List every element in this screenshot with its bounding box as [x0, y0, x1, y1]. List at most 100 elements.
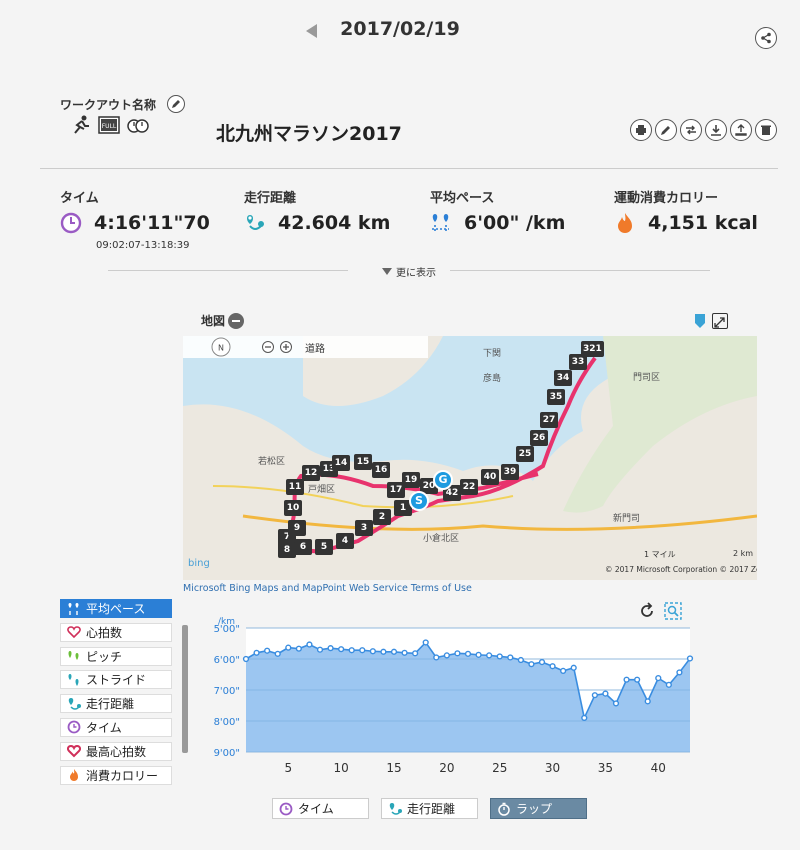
chart-point[interactable]: [486, 652, 493, 659]
chart-point[interactable]: [560, 667, 567, 674]
map-nav-icon[interactable]: N: [183, 336, 423, 358]
expand-map-button[interactable]: [712, 313, 728, 329]
map-marker[interactable]: 16: [372, 462, 390, 478]
metric-item[interactable]: タイム: [60, 717, 172, 737]
print-button[interactable]: [630, 119, 652, 141]
chart-point[interactable]: [676, 669, 683, 676]
chart-point[interactable]: [306, 641, 313, 648]
chart-point[interactable]: [581, 714, 588, 722]
metric-item[interactable]: 平均ペース: [60, 599, 172, 618]
map-marker[interactable]: 5: [315, 539, 333, 555]
chart-point[interactable]: [517, 656, 524, 664]
metric-item[interactable]: 消費カロリー: [60, 765, 172, 785]
chart-point[interactable]: [369, 648, 376, 655]
chart-xtick-label: 25: [492, 761, 507, 775]
collapse-map-button[interactable]: [228, 312, 245, 329]
chart-point[interactable]: [549, 663, 556, 670]
map-marker[interactable]: 12: [302, 465, 320, 481]
map-marker[interactable]: 40: [481, 469, 499, 485]
chart-point[interactable]: [612, 700, 620, 707]
chart-point[interactable]: [634, 676, 641, 683]
chart-point[interactable]: [401, 649, 408, 656]
map-marker[interactable]: 22: [460, 479, 478, 495]
chart-point[interactable]: [496, 653, 503, 660]
chart-point[interactable]: [443, 652, 450, 659]
goal-marker[interactable]: G: [433, 470, 453, 490]
map-view[interactable]: 1 2 3 4 5 6 7 8 9 10 11 12 13 14 15 16 17 19 20 22 25 26 27 33 3…: [183, 336, 757, 580]
metric-scrollbar[interactable]: [182, 625, 188, 753]
chart-point[interactable]: [686, 655, 694, 662]
chart-point[interactable]: [665, 681, 672, 688]
map-marker[interactable]: 35: [547, 389, 565, 405]
map-marker[interactable]: 2: [373, 509, 391, 525]
chart-point[interactable]: [644, 698, 651, 705]
x-axis-tab[interactable]: ラップ: [490, 798, 587, 819]
map-credit[interactable]: Microsoft Bing Maps and MapPoint Web Ser…: [183, 583, 472, 594]
download-button[interactable]: [705, 119, 727, 141]
map-marker[interactable]: 15: [354, 454, 372, 470]
chart-point[interactable]: [359, 647, 366, 654]
map-marker[interactable]: 3: [355, 520, 373, 536]
metric-item[interactable]: 最高心拍数: [60, 741, 172, 761]
transfer-button[interactable]: [680, 119, 702, 141]
chart-point[interactable]: [295, 645, 302, 652]
start-marker[interactable]: S: [409, 491, 429, 511]
map-marker[interactable]: 321: [581, 341, 604, 357]
chart-point[interactable]: [316, 646, 324, 653]
chart-point[interactable]: [327, 645, 334, 652]
upload-button[interactable]: [730, 119, 752, 141]
share-button[interactable]: [755, 27, 777, 49]
chart-point[interactable]: [655, 675, 662, 682]
x-axis-tab[interactable]: 走行距離: [381, 798, 478, 819]
x-axis-tab[interactable]: タイム: [272, 798, 369, 819]
map-marker[interactable]: 26: [530, 430, 548, 446]
chart-point[interactable]: [538, 658, 546, 666]
metric-item[interactable]: ピッチ: [60, 646, 172, 666]
pace-chart[interactable]: 5'00"6'00"7'00"8'00"9'00"/km5 10 15 20 25 30 3…: [212, 600, 696, 780]
chart-point[interactable]: [390, 648, 398, 655]
edit-button[interactable]: [655, 119, 677, 141]
map-marker[interactable]: 9: [288, 520, 306, 536]
map-marker[interactable]: 6: [294, 539, 312, 555]
chart-point[interactable]: [433, 654, 440, 661]
chart-point[interactable]: [507, 654, 514, 661]
chart-point[interactable]: [285, 644, 292, 651]
chart-point[interactable]: [274, 650, 281, 657]
map-marker[interactable]: 11: [286, 479, 304, 495]
map-marker[interactable]: 8: [278, 542, 296, 558]
metric-item[interactable]: 心拍数: [60, 622, 172, 642]
map-marker[interactable]: 25: [516, 446, 534, 462]
chart-point[interactable]: [528, 661, 535, 668]
chart-point[interactable]: [591, 692, 598, 699]
chart-point[interactable]: [412, 650, 419, 657]
chart-point[interactable]: [475, 651, 482, 658]
metric-item[interactable]: 走行距離: [60, 694, 172, 714]
chart-point[interactable]: [454, 650, 461, 657]
chart-point[interactable]: [623, 676, 630, 683]
map-marker[interactable]: 34: [554, 370, 572, 386]
chart-point[interactable]: [253, 649, 260, 656]
map-marker[interactable]: 10: [284, 500, 302, 516]
chart-point[interactable]: [602, 690, 609, 697]
edit-name-button[interactable]: [167, 95, 185, 113]
chart-point[interactable]: [348, 647, 355, 654]
chart-point[interactable]: [380, 648, 387, 655]
map-marker[interactable]: 39: [501, 464, 519, 480]
chart-point[interactable]: [242, 655, 250, 663]
delete-button[interactable]: [755, 119, 777, 141]
triangle-down-icon: [382, 267, 392, 275]
chart-point[interactable]: [422, 639, 429, 646]
show-more-button[interactable]: 更に表示: [382, 264, 436, 279]
map-controls: N 道路: [183, 336, 428, 358]
map-marker[interactable]: 27: [540, 412, 558, 428]
metric-item[interactable]: ストライド: [60, 670, 172, 690]
map-type-select[interactable]: 道路: [305, 340, 325, 355]
chart-point[interactable]: [570, 664, 577, 671]
chart-point[interactable]: [464, 650, 472, 657]
map-marker[interactable]: 19: [402, 472, 420, 488]
map-marker[interactable]: 4: [336, 533, 354, 549]
map-marker[interactable]: 14: [332, 455, 350, 471]
map-pin-icon[interactable]: [694, 313, 706, 329]
chart-point[interactable]: [264, 647, 271, 654]
chart-point[interactable]: [338, 646, 345, 653]
